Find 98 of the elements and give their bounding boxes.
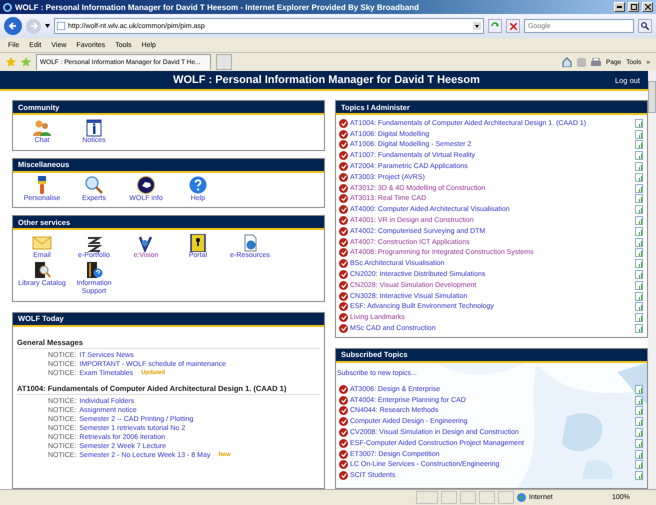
maximize-button[interactable] <box>628 2 639 12</box>
chart-icon[interactable] <box>635 259 643 268</box>
chart-icon[interactable] <box>635 216 643 226</box>
info-icon <box>84 118 104 136</box>
maximize-icon <box>630 4 636 10</box>
status-pane <box>498 491 514 504</box>
chart-icon[interactable] <box>635 140 643 150</box>
tick-circle-icon <box>339 450 348 459</box>
back-arrow-icon <box>8 21 18 31</box>
chart-icon[interactable] <box>635 280 643 290</box>
search-button[interactable] <box>638 19 652 33</box>
tick-circle-icon <box>339 460 348 470</box>
chart-icon[interactable] <box>635 460 643 470</box>
book-help-icon <box>84 261 104 279</box>
stop-icon <box>510 22 516 30</box>
chart-icon[interactable] <box>635 471 643 480</box>
dropdown-icon[interactable] <box>473 22 481 30</box>
tick-circle-icon <box>339 292 348 301</box>
new-tab-button[interactable] <box>216 54 232 70</box>
help-icon <box>188 176 208 194</box>
tick-circle-icon <box>339 194 348 204</box>
search-icon <box>641 22 649 30</box>
tick-circle-icon <box>339 384 348 394</box>
page-title: WOLF : Personal Information Manager for David T Heesom <box>172 74 481 86</box>
tick-circle-icon <box>339 248 348 258</box>
tick-circle-icon <box>339 216 348 226</box>
chart-icon[interactable] <box>635 324 643 334</box>
chart-icon[interactable] <box>635 162 643 172</box>
tick-circle-icon <box>339 118 348 128</box>
chart-icon[interactable] <box>635 406 643 416</box>
chart-icon[interactable] <box>635 292 643 301</box>
close-icon <box>644 4 650 10</box>
dropdown-icon[interactable] <box>45 24 50 28</box>
people-icon <box>32 118 52 136</box>
chart-icon[interactable] <box>635 384 643 394</box>
tick-circle-icon <box>339 140 348 150</box>
tick-circle-icon <box>339 259 348 268</box>
chart-icon[interactable] <box>635 438 643 448</box>
refresh-button[interactable] <box>488 19 502 33</box>
tick-circle-icon <box>339 226 348 236</box>
forward-arrow-icon <box>30 22 38 30</box>
tick-circle-icon <box>339 406 348 416</box>
chart-icon[interactable] <box>635 205 643 214</box>
chart-icon[interactable] <box>635 302 643 312</box>
tick-circle-icon <box>339 471 348 480</box>
chart-icon[interactable] <box>635 172 643 182</box>
tick-circle-icon <box>339 417 348 426</box>
status-pane <box>441 491 457 504</box>
home-icon[interactable] <box>562 57 572 67</box>
tick-circle-icon <box>339 302 348 312</box>
add-favorite-icon[interactable] <box>21 57 31 67</box>
chart-icon[interactable] <box>635 417 643 426</box>
status-pane <box>460 491 476 504</box>
magnifier-icon <box>84 176 104 194</box>
tick-circle-icon <box>339 130 348 139</box>
chart-icon[interactable] <box>635 151 643 160</box>
chart-icon[interactable] <box>635 270 643 280</box>
close-button[interactable] <box>642 2 653 12</box>
stop-button[interactable] <box>506 19 520 33</box>
book-magnifier-icon <box>32 261 52 279</box>
chart-icon[interactable] <box>635 450 643 459</box>
envelope-icon <box>32 234 52 252</box>
chart-icon[interactable] <box>635 248 643 258</box>
scrollbar[interactable] <box>648 71 656 489</box>
tick-circle-icon <box>339 205 348 214</box>
tick-circle-icon <box>339 151 348 160</box>
tick-circle-icon <box>339 428 348 438</box>
print-icon[interactable] <box>591 58 601 66</box>
minimize-button[interactable] <box>614 2 625 12</box>
minimize-icon <box>617 6 622 8</box>
chart-icon[interactable] <box>635 130 643 139</box>
chart-icon[interactable] <box>635 238 643 247</box>
status-pane <box>416 491 438 504</box>
tick-circle-icon <box>339 270 348 280</box>
tick-circle-icon <box>339 238 348 247</box>
window-title: WOLF : Personal Information Manager for David T Heesom - Internet Explorer Provided By Sky Broadband <box>15 2 420 12</box>
tick-circle-icon <box>339 324 348 334</box>
tick-circle-icon <box>339 396 348 405</box>
tick-circle-icon <box>339 162 348 172</box>
chart-icon[interactable] <box>635 118 643 128</box>
globe-icon <box>517 493 526 502</box>
page-icon <box>57 22 65 30</box>
chart-icon[interactable] <box>635 184 643 193</box>
tick-circle-icon <box>339 313 348 322</box>
chart-icon[interactable] <box>635 428 643 438</box>
keyhole-icon <box>188 234 208 252</box>
tick-circle-icon <box>339 172 348 182</box>
chart-icon[interactable] <box>635 313 643 322</box>
back-button[interactable] <box>4 17 22 35</box>
status-pane <box>479 491 495 504</box>
chart-icon[interactable] <box>635 194 643 204</box>
chart-icon[interactable] <box>635 226 643 236</box>
tick-circle-icon <box>339 438 348 448</box>
tick-circle-icon <box>339 184 348 193</box>
star-icon[interactable] <box>6 57 16 67</box>
tick-circle-icon <box>339 280 348 290</box>
chart-icon[interactable] <box>635 396 643 405</box>
browser-logo-icon <box>3 2 12 12</box>
